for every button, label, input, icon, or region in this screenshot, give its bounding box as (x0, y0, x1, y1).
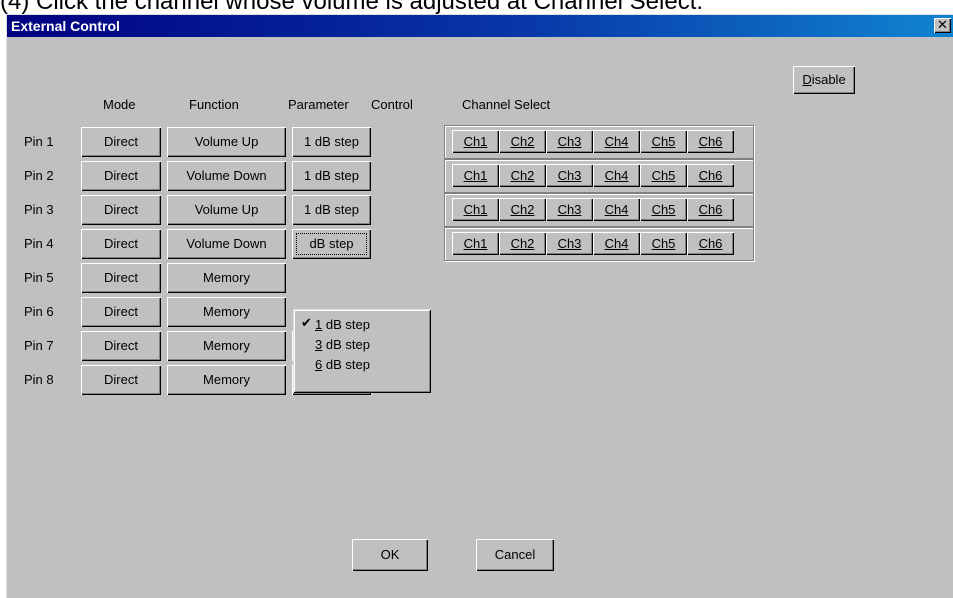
menu-item-3db[interactable]: 3 dB step (293, 335, 429, 355)
function-button[interactable]: Memory (167, 331, 286, 361)
mode-button[interactable]: Direct (81, 229, 161, 259)
window-title: External Control (11, 18, 120, 34)
channel-select-group: Ch1 Ch2 Ch3 Ch4 Ch5 Ch6 (444, 125, 754, 159)
menu-item-label: 1 dB step (315, 317, 370, 332)
channel-button-ch1[interactable]: Ch1 (452, 232, 499, 255)
mode-button[interactable]: Direct (81, 297, 161, 327)
cancel-button[interactable]: Cancel (476, 539, 554, 571)
channel-button-ch2[interactable]: Ch2 (499, 198, 546, 221)
channel-button-ch6[interactable]: Ch6 (687, 164, 734, 187)
parameter-button-active[interactable]: dB step (292, 229, 371, 259)
pin-label: Pin 5 (24, 270, 54, 285)
instruction-text: (4) Click the channel whose volume is ad… (0, 0, 704, 14)
mode-button[interactable]: Direct (81, 195, 161, 225)
channel-select-group: Ch1 Ch2 Ch3 Ch4 Ch5 Ch6 (444, 227, 754, 261)
parameter-button[interactable]: 1 dB step (292, 195, 371, 225)
channel-button-ch6[interactable]: Ch6 (687, 130, 734, 153)
channel-button-ch6[interactable]: Ch6 (687, 198, 734, 221)
header-control: Control (371, 97, 413, 112)
channel-button-ch5[interactable]: Ch5 (640, 130, 687, 153)
pin-label: Pin 3 (24, 202, 54, 217)
pin-label: Pin 2 (24, 168, 54, 183)
parameter-button[interactable]: 1 dB step (292, 127, 371, 157)
parameter-button[interactable]: 1 dB step (292, 161, 371, 191)
channel-button-ch5[interactable]: Ch5 (640, 198, 687, 221)
channel-select-group: Ch1 Ch2 Ch3 Ch4 Ch5 Ch6 (444, 193, 754, 227)
pin-label: Pin 7 (24, 338, 54, 353)
mode-button[interactable]: Direct (81, 161, 161, 191)
menu-item-label: 6 dB step (315, 357, 370, 372)
channel-button-ch2[interactable]: Ch2 (499, 164, 546, 187)
pin-label: Pin 8 (24, 372, 54, 387)
function-button[interactable]: Volume Up (167, 195, 286, 225)
header-parameter: Parameter (288, 97, 349, 112)
mode-button[interactable]: Direct (81, 365, 161, 395)
channel-button-ch1[interactable]: Ch1 (452, 164, 499, 187)
channel-button-ch5[interactable]: Ch5 (640, 164, 687, 187)
function-button[interactable]: Volume Down (167, 229, 286, 259)
parameter-step-menu: ✔ 1 dB step 3 dB step 6 dB step (293, 309, 431, 393)
external-control-dialog: External Control ✕ Disable Mode Function… (6, 14, 953, 598)
mode-button[interactable]: Direct (81, 127, 161, 157)
channel-button-ch4[interactable]: Ch4 (593, 232, 640, 255)
channel-button-ch6[interactable]: Ch6 (687, 232, 734, 255)
channel-select-group: Ch1 Ch2 Ch3 Ch4 Ch5 Ch6 (444, 159, 754, 193)
mode-button[interactable]: Direct (81, 331, 161, 361)
function-button[interactable]: Volume Up (167, 127, 286, 157)
channel-button-ch1[interactable]: Ch1 (452, 198, 499, 221)
checkmark-icon: ✔ (301, 316, 312, 331)
disable-button-label: Disable (802, 72, 846, 87)
function-button[interactable]: Volume Down (167, 161, 286, 191)
channel-button-ch2[interactable]: Ch2 (499, 232, 546, 255)
header-mode: Mode (103, 97, 136, 112)
channel-button-ch1[interactable]: Ch1 (452, 130, 499, 153)
channel-button-ch3[interactable]: Ch3 (546, 232, 593, 255)
channel-button-ch5[interactable]: Ch5 (640, 232, 687, 255)
mode-button[interactable]: Direct (81, 263, 161, 293)
menu-item-label: 3 dB step (315, 337, 370, 352)
channel-button-ch3[interactable]: Ch3 (546, 164, 593, 187)
header-function: Function (189, 97, 239, 112)
menu-item-1db[interactable]: ✔ 1 dB step (293, 315, 429, 335)
header-channel-select: Channel Select (462, 97, 551, 112)
channel-button-ch4[interactable]: Ch4 (593, 130, 640, 153)
close-icon[interactable]: ✕ (934, 18, 951, 33)
pin-label: Pin 6 (24, 304, 54, 319)
channel-button-ch2[interactable]: Ch2 (499, 130, 546, 153)
function-button[interactable]: Memory (167, 297, 286, 327)
channel-button-ch4[interactable]: Ch4 (593, 164, 640, 187)
pin-label: Pin 4 (24, 236, 54, 251)
channel-button-ch3[interactable]: Ch3 (546, 130, 593, 153)
ok-button[interactable]: OK (352, 539, 428, 571)
pin-label: Pin 1 (24, 134, 54, 149)
channel-button-ch4[interactable]: Ch4 (593, 198, 640, 221)
menu-item-6db[interactable]: 6 dB step (293, 355, 429, 375)
title-bar[interactable]: External Control ✕ (7, 15, 953, 37)
channel-button-ch3[interactable]: Ch3 (546, 198, 593, 221)
function-button[interactable]: Memory (167, 365, 286, 395)
function-button[interactable]: Memory (167, 263, 286, 293)
disable-button[interactable]: Disable (793, 66, 855, 94)
